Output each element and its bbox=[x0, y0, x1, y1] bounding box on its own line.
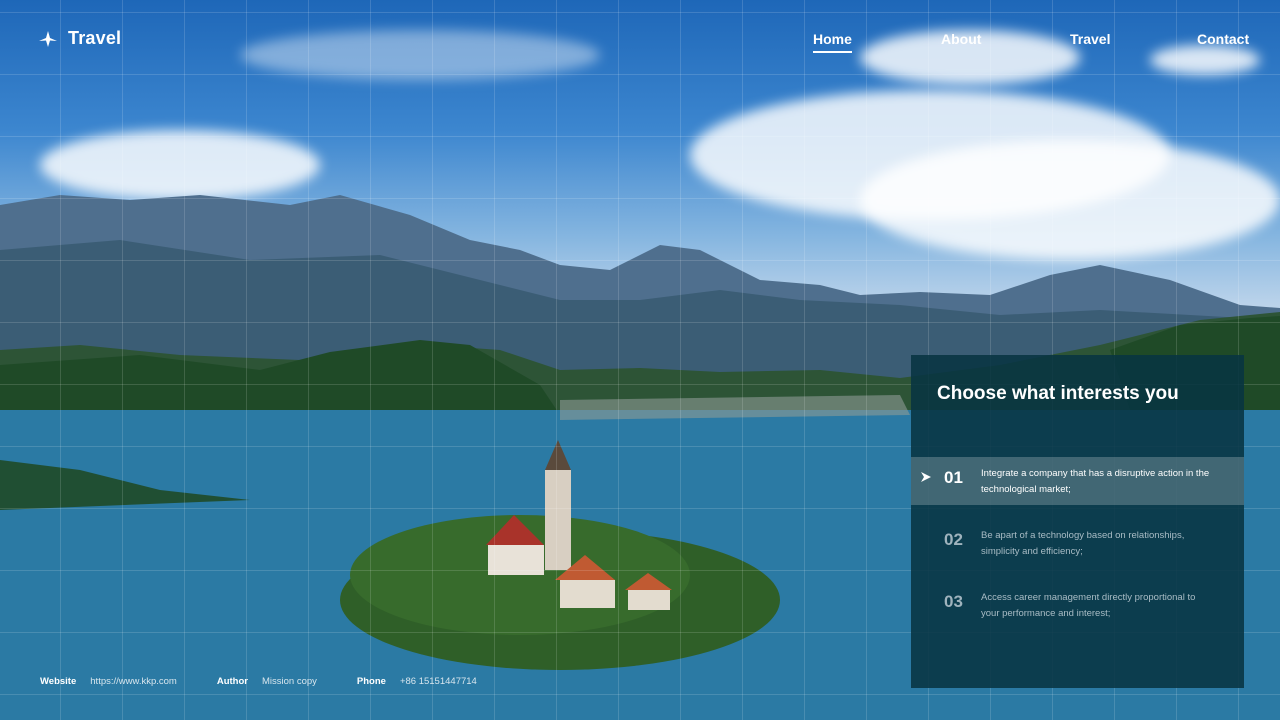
nav-about[interactable]: About bbox=[941, 31, 981, 47]
author-value: Mission copy bbox=[262, 676, 317, 687]
nav-contact[interactable]: Contact bbox=[1197, 31, 1249, 47]
interest-item-03[interactable]: 03 Access career management directly pro… bbox=[911, 581, 1244, 629]
author-info: Author Mission copy bbox=[217, 676, 317, 687]
panel-title: Choose what interests you bbox=[937, 383, 1179, 404]
nav-contact-label: Contact bbox=[1197, 31, 1250, 47]
interest-item-01[interactable]: 01 Integrate a company that has a disrup… bbox=[911, 457, 1244, 505]
nav-about-label: About bbox=[941, 31, 982, 47]
interest-number: 03 bbox=[944, 592, 963, 611]
nav-home-label: Home bbox=[813, 31, 852, 47]
website-label: Website bbox=[40, 676, 77, 687]
footer-info: Website https://www.kkp.com Author Missi… bbox=[40, 676, 477, 687]
interest-number: 01 bbox=[944, 468, 963, 487]
interest-number: 02 bbox=[944, 530, 963, 549]
interest-item-02[interactable]: 02 Be apart of a technology based on rel… bbox=[911, 519, 1244, 567]
plane-icon bbox=[39, 30, 57, 47]
author-label: Author bbox=[216, 676, 248, 687]
logo[interactable]: Travel bbox=[38, 28, 121, 49]
active-underline bbox=[813, 51, 852, 53]
website-link[interactable]: https://www.kkp.com bbox=[90, 676, 177, 687]
interest-text: Be apart of a technology based on relati… bbox=[981, 530, 1185, 557]
phone-value: +86 15151447714 bbox=[399, 676, 477, 687]
nav-home[interactable]: Home bbox=[813, 31, 852, 53]
brand-name: Travel bbox=[68, 28, 122, 48]
interest-text: Access career management directly propor… bbox=[981, 592, 1196, 619]
nav-travel-label: Travel bbox=[1070, 31, 1111, 47]
nav-travel[interactable]: Travel bbox=[1070, 31, 1110, 47]
website-info: Website https://www.kkp.com bbox=[40, 676, 177, 687]
interest-text: Integrate a company that has a disruptiv… bbox=[981, 468, 1210, 495]
phone-label: Phone bbox=[356, 676, 386, 687]
interests-panel: Choose what interests you 01 Integrate a… bbox=[911, 355, 1244, 688]
plane-arrow-icon bbox=[921, 472, 931, 482]
phone-info: Phone +86 15151447714 bbox=[357, 676, 477, 687]
